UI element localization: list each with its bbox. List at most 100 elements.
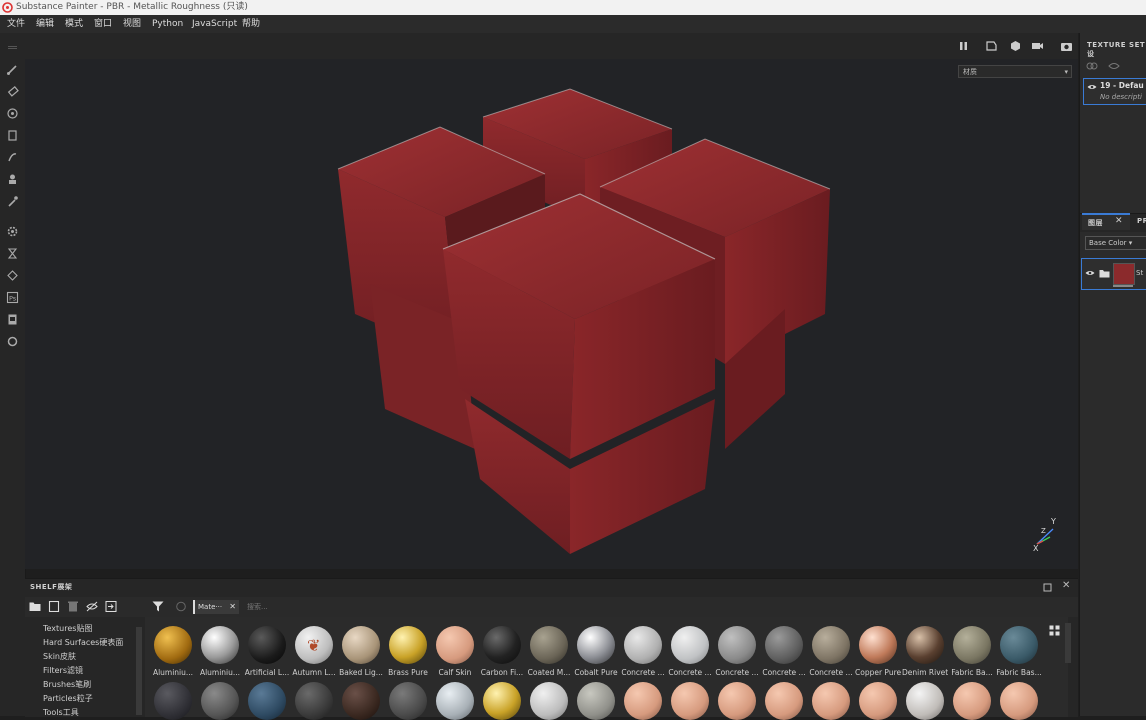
- material-thumb[interactable]: [436, 626, 474, 664]
- menu-window[interactable]: 窗口: [94, 15, 112, 33]
- material-thumb[interactable]: [295, 682, 333, 720]
- material-thumb[interactable]: [530, 626, 568, 664]
- material-thumb[interactable]: [577, 626, 615, 664]
- material-thumb[interactable]: [436, 682, 474, 720]
- folder-icon[interactable]: [29, 601, 41, 612]
- export-document-icon[interactable]: [6, 313, 19, 326]
- menu-javascript[interactable]: JavaScript: [192, 15, 237, 33]
- material-thumb[interactable]: [718, 626, 756, 664]
- material-thumb[interactable]: [671, 682, 709, 720]
- float-panel-icon[interactable]: [1043, 583, 1052, 592]
- import-icon[interactable]: [105, 601, 117, 612]
- material-mode-select[interactable]: 材质 ▾: [958, 65, 1072, 78]
- material-thumb[interactable]: [389, 626, 427, 664]
- search-input[interactable]: [245, 600, 1065, 614]
- channel-select[interactable]: Base Color ▾: [1085, 236, 1146, 250]
- material-thumb[interactable]: [1000, 682, 1038, 720]
- material-thumb[interactable]: [248, 682, 286, 720]
- eraser-tool-icon[interactable]: [6, 85, 19, 98]
- material-thumb[interactable]: [765, 626, 803, 664]
- material-thumb[interactable]: [389, 682, 427, 720]
- material-thumb[interactable]: [154, 682, 192, 720]
- smudge-tool-icon[interactable]: [6, 151, 19, 164]
- material-label: Fabric Ba...: [951, 668, 993, 677]
- texture-set-item[interactable]: 19 - Defau No descripti: [1083, 78, 1146, 105]
- material-thumb[interactable]: [530, 682, 568, 720]
- category-tools[interactable]: Tools工具: [43, 707, 79, 718]
- material-thumb[interactable]: [342, 682, 380, 720]
- menu-edit[interactable]: 编辑: [36, 15, 54, 33]
- layer-visibility-eye-icon[interactable]: [1085, 269, 1095, 277]
- geometry-mask-icon[interactable]: [6, 129, 19, 142]
- menu-file[interactable]: 文件: [7, 15, 25, 33]
- material-thumb[interactable]: [624, 626, 662, 664]
- material-thumb[interactable]: [953, 626, 991, 664]
- tab-layers[interactable]: 图层 ✕: [1082, 213, 1130, 230]
- material-grid-scrollbar[interactable]: [1065, 623, 1071, 663]
- delete-icon[interactable]: [67, 601, 79, 612]
- material-thumb[interactable]: [812, 682, 850, 720]
- material-thumb[interactable]: [624, 682, 662, 720]
- plugin-gear-icon[interactable]: [6, 335, 19, 348]
- material-thumb[interactable]: [765, 682, 803, 720]
- video-camera-icon[interactable]: [1031, 40, 1044, 52]
- material-thumb[interactable]: [577, 682, 615, 720]
- category-brushes[interactable]: Brushes笔刷: [43, 679, 91, 690]
- material-thumb[interactable]: [859, 682, 897, 720]
- material-thumb[interactable]: [342, 626, 380, 664]
- hide-eye-icon[interactable]: [86, 601, 98, 612]
- material-label: Denim Rivet: [902, 668, 948, 677]
- material-thumb[interactable]: [906, 682, 944, 720]
- search-filter-tag[interactable]: Mate··· ✕: [193, 600, 239, 614]
- tab-properties-label[interactable]: PR: [1137, 217, 1146, 225]
- close-icon[interactable]: ✕: [1062, 580, 1070, 591]
- clone-tool-icon[interactable]: [6, 173, 19, 186]
- brush-tool-icon[interactable]: [6, 63, 19, 76]
- menu-mode[interactable]: 模式: [65, 15, 83, 33]
- circle-filter-icon[interactable]: [175, 601, 187, 612]
- material-thumb[interactable]: [248, 626, 286, 664]
- new-file-icon[interactable]: [48, 601, 60, 612]
- category-filters[interactable]: Filters滤镜: [43, 665, 83, 676]
- material-thumb[interactable]: [483, 682, 521, 720]
- material-thumb[interactable]: [154, 626, 192, 664]
- close-icon[interactable]: ✕: [229, 600, 236, 614]
- material-thumb[interactable]: [718, 682, 756, 720]
- visibility-eye-icon[interactable]: [1087, 83, 1097, 91]
- material-thumb[interactable]: [906, 626, 944, 664]
- material-thumb[interactable]: [483, 626, 521, 664]
- pause-icon[interactable]: [957, 40, 970, 52]
- grid-view-icon[interactable]: [1049, 625, 1060, 636]
- category-particles[interactable]: Particles粒子: [43, 693, 93, 704]
- display-settings-icon[interactable]: [6, 269, 19, 282]
- filter-icon[interactable]: [152, 601, 164, 612]
- category-hard-surfaces[interactable]: Hard Surfaces硬表面: [43, 637, 123, 648]
- material-thumb[interactable]: [859, 626, 897, 664]
- layer-row[interactable]: St: [1081, 258, 1146, 290]
- material-thumb[interactable]: [201, 682, 239, 720]
- link-icon[interactable]: [1086, 61, 1098, 71]
- material-thumb[interactable]: [671, 626, 709, 664]
- category-textures[interactable]: Textures贴图: [43, 623, 92, 634]
- menu-view[interactable]: 视图: [123, 15, 141, 33]
- category-scrollbar[interactable]: [136, 627, 142, 715]
- category-skin[interactable]: Skin皮肤: [43, 651, 76, 662]
- 3d-viewport[interactable]: Y Z X: [25, 59, 1078, 569]
- material-thumb[interactable]: [1000, 626, 1038, 664]
- settings-gear-icon[interactable]: [6, 225, 19, 238]
- photoshop-export-icon[interactable]: Ps: [6, 291, 19, 304]
- eye-icon[interactable]: [1108, 61, 1120, 71]
- material-thumb[interactable]: [201, 626, 239, 664]
- menu-python[interactable]: Python: [152, 15, 183, 33]
- cube-view-icon[interactable]: [1009, 40, 1022, 52]
- material-thumb[interactable]: ❦: [295, 626, 333, 664]
- screenshot-camera-icon[interactable]: [1060, 40, 1073, 52]
- material-thumb[interactable]: [953, 682, 991, 720]
- camera-view-icon[interactable]: [985, 40, 998, 52]
- picker-tool-icon[interactable]: [6, 195, 19, 208]
- history-hourglass-icon[interactable]: [6, 247, 19, 260]
- projection-tool-icon[interactable]: [6, 107, 19, 120]
- material-thumb[interactable]: [812, 626, 850, 664]
- close-icon[interactable]: ✕: [1115, 216, 1123, 226]
- menu-help[interactable]: 帮助: [242, 15, 260, 33]
